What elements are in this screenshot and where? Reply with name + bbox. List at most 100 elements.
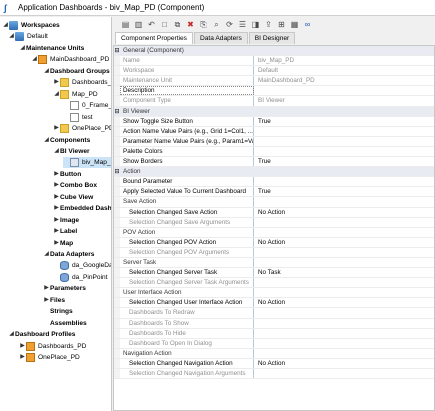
tree-node[interactable]: ▶ Image bbox=[53, 215, 79, 226]
tree-node[interactable]: ◢ Dashboard Profiles bbox=[8, 329, 75, 340]
property-category[interactable]: ⊟ General (Component) bbox=[114, 46, 434, 57]
expand-arrow-icon[interactable]: ▶ bbox=[53, 192, 60, 203]
copy-icon[interactable]: ⧉ bbox=[173, 20, 182, 29]
rename-icon[interactable]: ⎘ bbox=[199, 20, 208, 29]
property-row[interactable]: Show Toggle Size Button True bbox=[114, 116, 434, 127]
new-icon[interactable]: □ bbox=[160, 20, 169, 29]
delete-icon[interactable]: ✖ bbox=[186, 20, 195, 29]
property-value[interactable] bbox=[254, 127, 434, 136]
property-row[interactable]: Dashboards To Show bbox=[114, 318, 434, 329]
collapse-arrow-icon[interactable]: ◢ bbox=[31, 54, 38, 65]
expand-arrow-icon[interactable]: ▶ bbox=[19, 352, 26, 363]
collapse-arrow-icon[interactable]: ◢ bbox=[53, 146, 60, 157]
tree-node[interactable]: ▶ Cube View bbox=[53, 192, 93, 203]
add-icon[interactable]: ⊞ bbox=[277, 20, 286, 29]
property-value[interactable] bbox=[254, 288, 434, 297]
property-value[interactable] bbox=[254, 86, 434, 95]
collapse-arrow-icon[interactable]: ◢ bbox=[43, 135, 50, 146]
tree-node[interactable]: Assemblies bbox=[43, 318, 87, 329]
property-category[interactable]: ⊟ BI Viewer bbox=[114, 106, 434, 117]
property-row[interactable]: POV Action bbox=[114, 227, 434, 238]
tree-node[interactable]: ▶ OnePlace_PD bbox=[53, 123, 111, 134]
save-all-icon[interactable]: ▥ bbox=[134, 20, 143, 29]
tree-node[interactable]: ◢ MainDashboard_PD bbox=[31, 54, 109, 65]
tree-node[interactable]: da_GoogleData bbox=[53, 260, 111, 271]
property-row[interactable]: Dashboards To Hide bbox=[114, 328, 434, 339]
property-row[interactable]: Navigation Action bbox=[114, 348, 434, 359]
save-icon[interactable]: ▤ bbox=[121, 20, 130, 29]
view-icon[interactable]: ☰ bbox=[238, 20, 247, 29]
tree-node[interactable]: 0_Frame_Map bbox=[63, 100, 111, 111]
export-icon[interactable]: ⇪ bbox=[264, 20, 273, 29]
tree-node[interactable]: ▶Embedded Dashbo bbox=[53, 203, 111, 214]
property-row[interactable]: Apply Selected Value To Current Dashboar… bbox=[114, 187, 434, 198]
property-value[interactable] bbox=[254, 228, 434, 237]
tree-node[interactable]: ▶ Label bbox=[53, 226, 77, 237]
tree-node[interactable]: ◢ Data Adapters bbox=[43, 249, 94, 260]
designer-icon[interactable]: ∞ bbox=[303, 20, 312, 29]
expand-arrow-icon[interactable]: ▶ bbox=[53, 123, 60, 134]
property-row[interactable]: User Interface Action bbox=[114, 288, 434, 299]
tree-node[interactable]: ▶ Files bbox=[43, 295, 65, 306]
expand-arrow-icon[interactable]: ▶ bbox=[53, 180, 60, 191]
expand-arrow-icon[interactable]: ▶ bbox=[53, 203, 60, 214]
property-row[interactable]: Maintenance Unit MainDashboard_PD bbox=[114, 76, 434, 87]
tree-node[interactable]: test bbox=[63, 112, 93, 123]
property-value[interactable]: True bbox=[254, 187, 434, 196]
property-row[interactable]: Selection Changed POV Action No Action bbox=[114, 237, 434, 248]
collapse-arrow-icon[interactable]: ◢ bbox=[43, 249, 50, 260]
properties-icon[interactable]: ▦ bbox=[290, 20, 299, 29]
property-value[interactable] bbox=[254, 349, 434, 358]
tree-node[interactable]: ◢ Workspaces bbox=[2, 20, 60, 31]
property-row[interactable]: Selection Changed Navigation Arguments bbox=[114, 369, 434, 380]
collapse-arrow-icon[interactable]: ◢ bbox=[8, 329, 15, 340]
property-row[interactable]: Selection Changed Navigation Action No Ac… bbox=[114, 358, 434, 369]
tree-node[interactable]: da_PinPoint bbox=[53, 272, 108, 283]
property-row[interactable]: Dashboards To Redraw bbox=[114, 308, 434, 319]
property-value[interactable] bbox=[254, 258, 434, 267]
tab-data-adapters[interactable]: Data Adapters bbox=[193, 32, 248, 44]
tree-node[interactable]: ▶ Combo Box bbox=[53, 180, 97, 191]
property-row[interactable]: Selection Changed Save Action No Action bbox=[114, 207, 434, 218]
property-row[interactable]: Show Borders True bbox=[114, 157, 434, 168]
expand-arrow-icon[interactable]: ▶ bbox=[19, 341, 26, 352]
tree-node[interactable]: ◢ Dashboard Groups bbox=[43, 66, 110, 77]
undo-icon[interactable]: ↶ bbox=[147, 20, 156, 29]
property-row[interactable]: Selection Changed Server Task No Task bbox=[114, 268, 434, 279]
expand-arrow-icon[interactable]: ▶ bbox=[43, 283, 50, 294]
run-icon[interactable]: ◨ bbox=[251, 20, 260, 29]
expand-arrow-icon[interactable]: ▶ bbox=[53, 77, 60, 88]
collapse-arrow-icon[interactable]: ◢ bbox=[8, 31, 15, 42]
tree-node[interactable]: ◢ Maintenance Units bbox=[19, 43, 84, 54]
property-value[interactable] bbox=[254, 197, 434, 206]
expand-arrow-icon[interactable]: ▶ bbox=[53, 238, 60, 249]
tree-node[interactable]: ◢ Default bbox=[8, 31, 48, 42]
property-row[interactable]: Selection Changed POV Arguments bbox=[114, 247, 434, 258]
expand-arrow-icon[interactable]: ▶ bbox=[53, 169, 60, 180]
tree-node[interactable]: ▶ OnePlace_PD bbox=[19, 352, 80, 363]
workspace-tree[interactable]: ◢ Workspaces ◢ Default ◢ Maintenance Units ◢ Ma… bbox=[0, 17, 112, 411]
property-value[interactable]: No Action bbox=[254, 208, 434, 217]
property-row[interactable]: Action Name Value Pairs (e.g., Grid 1=Co… bbox=[114, 126, 434, 137]
property-row[interactable]: Description bbox=[114, 86, 434, 97]
property-row[interactable]: Component Type BI Viewer bbox=[114, 96, 434, 107]
tree-node[interactable]: ▶ Dashboards_PD bbox=[53, 77, 111, 88]
property-value[interactable]: No Action bbox=[254, 359, 434, 368]
collapse-arrow-icon[interactable]: ◢ bbox=[2, 20, 9, 31]
search-icon[interactable]: ⌕ bbox=[212, 20, 221, 29]
collapse-arrow-icon[interactable]: ◢ bbox=[19, 43, 26, 54]
property-row[interactable]: Palette Colors bbox=[114, 146, 434, 158]
property-row[interactable]: Server Task bbox=[114, 257, 434, 269]
property-value[interactable] bbox=[254, 147, 434, 156]
property-value[interactable]: True bbox=[254, 157, 434, 166]
tree-node[interactable]: ▶ Map bbox=[53, 238, 73, 249]
property-row[interactable]: Save Action bbox=[114, 197, 434, 208]
property-value[interactable]: No Action bbox=[254, 238, 434, 247]
property-category[interactable]: ⊟ Action bbox=[114, 167, 434, 178]
property-row[interactable]: Bound Parameter bbox=[114, 177, 434, 188]
property-row[interactable]: Dashboard To Open In Dialog bbox=[114, 338, 434, 349]
property-value[interactable]: True bbox=[254, 117, 434, 126]
tab-component-properties[interactable]: Component Properties bbox=[115, 32, 193, 44]
collapse-arrow-icon[interactable]: ◢ bbox=[43, 66, 50, 77]
tree-node[interactable]: ◢ Components bbox=[43, 135, 90, 146]
